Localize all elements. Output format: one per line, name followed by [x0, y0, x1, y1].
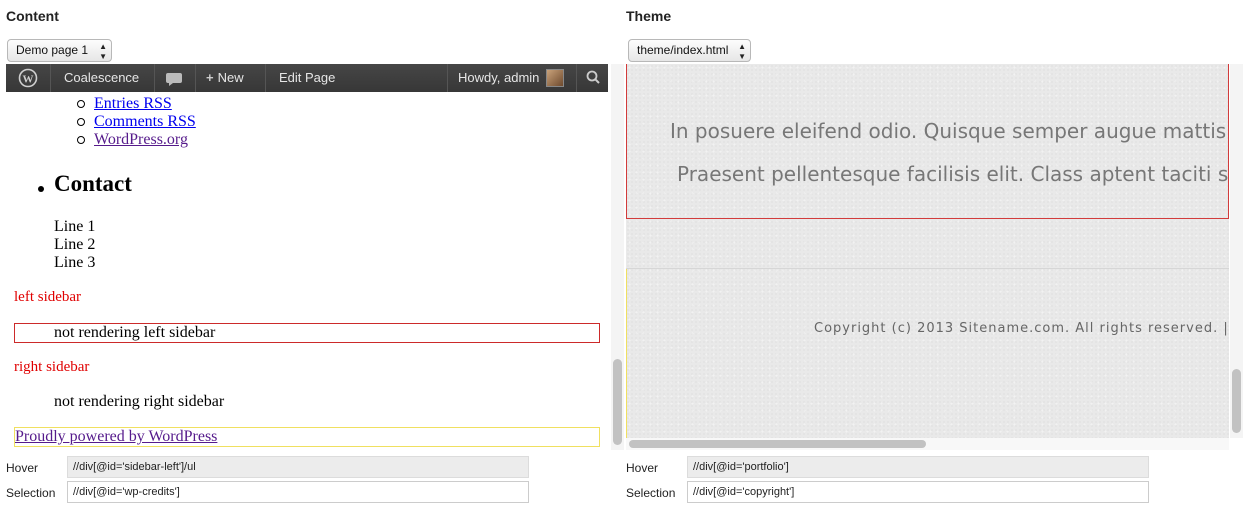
plus-icon: +	[206, 70, 214, 85]
admin-bar-new[interactable]: + New	[206, 64, 244, 92]
content-scrollbar-thumb[interactable]	[613, 359, 622, 445]
search-icon[interactable]	[586, 64, 602, 92]
selection-label: Selection	[6, 486, 56, 500]
hover-label: Hover	[6, 461, 39, 475]
theme-vertical-scrollbar-thumb[interactable]	[1232, 369, 1241, 433]
content-heading: Content	[6, 8, 59, 24]
page-select[interactable]: Demo page 1 ▲ ▼	[7, 39, 112, 62]
copyright-selection-highlight	[626, 269, 1229, 438]
page-select-value: Demo page 1	[16, 43, 89, 57]
contact-heading: Contact	[54, 171, 132, 196]
credits-link[interactable]: Proudly powered by WordPress	[15, 428, 217, 446]
theme-horizontal-scrollbar[interactable]	[626, 438, 1229, 450]
content-scrollbar[interactable]	[611, 64, 624, 450]
selection-label: Selection	[626, 486, 676, 500]
content-preview-frame: W Coalescence + New Edit Page Howdy, admi…	[6, 64, 608, 450]
copyright-text: Copyright (c) 2013 Sitename.com. All rig…	[814, 321, 1229, 336]
theme-horizontal-scrollbar-thumb[interactable]	[629, 440, 926, 448]
wordpress-logo-icon[interactable]: W	[18, 64, 38, 92]
theme-file-select[interactable]: theme/index.html ▲ ▼	[628, 39, 751, 62]
left-sidebar-text: not rendering left sidebar	[54, 324, 216, 341]
left-sidebar-label: left sidebar	[14, 289, 82, 305]
contact-line: Line 3	[54, 254, 96, 271]
entries-rss-link[interactable]: Entries RSS	[94, 95, 172, 112]
admin-bar-edit-page[interactable]: Edit Page	[279, 64, 335, 92]
wp-admin-bar: W Coalescence + New Edit Page Howdy, admi…	[6, 64, 608, 92]
admin-bar-howdy[interactable]: Howdy, admin	[458, 64, 539, 92]
meta-links-list: Entries RSS Comments RSS WordPress.org	[77, 95, 196, 149]
theme-vertical-scrollbar[interactable]	[1230, 64, 1243, 438]
theme-selection-field[interactable]: //div[@id='copyright']	[687, 481, 1149, 503]
theme-preview-frame: In posuere eleifend odio. Quisque semper…	[626, 64, 1229, 438]
list-item: Entries RSS	[77, 95, 196, 113]
portfolio-text: In posuere eleifend odio. Quisque semper…	[670, 119, 1229, 143]
contact-line: Line 1	[54, 218, 96, 235]
contact-line: Line 2	[54, 236, 96, 253]
comments-rss-link[interactable]: Comments RSS	[94, 113, 196, 130]
select-arrows-icon: ▲ ▼	[738, 42, 746, 61]
wordpress-org-link[interactable]: WordPress.org	[94, 131, 188, 148]
list-item: Comments RSS	[77, 113, 196, 131]
theme-heading: Theme	[626, 8, 672, 24]
comments-icon[interactable]	[166, 64, 186, 92]
theme-hover-field: //div[@id='portfolio']	[687, 456, 1149, 478]
admin-bar-site-name[interactable]: Coalescence	[64, 64, 139, 92]
content-hover-field: //div[@id='sidebar-left']/ul	[67, 456, 529, 478]
theme-file-select-value: theme/index.html	[637, 43, 729, 57]
bullet-icon	[38, 186, 44, 192]
content-selection-field[interactable]: //div[@id='wp-credits']	[67, 481, 529, 503]
right-sidebar-text: not rendering right sidebar	[54, 393, 225, 410]
select-arrows-icon: ▲ ▼	[99, 42, 107, 61]
avatar	[546, 69, 564, 87]
hover-label: Hover	[626, 461, 659, 475]
list-item: WordPress.org	[77, 131, 196, 149]
svg-text:W: W	[23, 74, 34, 86]
right-sidebar-label: right sidebar	[14, 359, 90, 375]
admin-bar-new-label: New	[217, 70, 244, 85]
portfolio-text: Praesent pellentesque facilisis elit. Cl…	[677, 162, 1229, 186]
